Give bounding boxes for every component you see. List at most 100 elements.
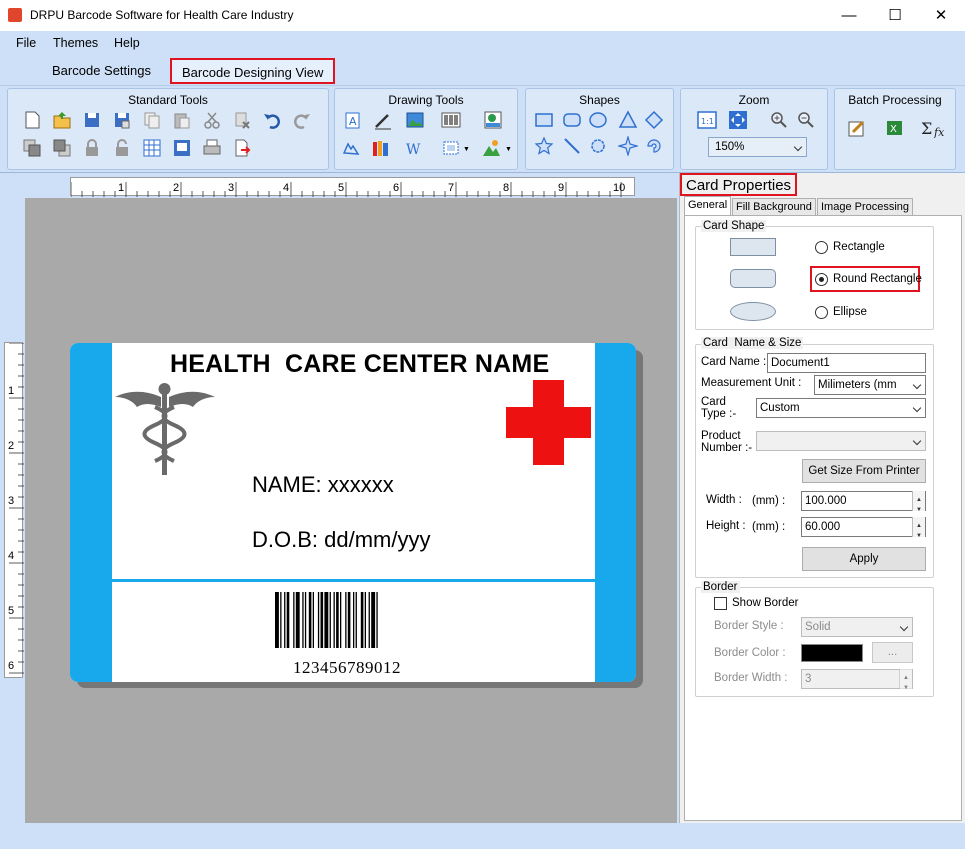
excel-import-icon[interactable]: X [885,118,905,138]
print-icon[interactable] [202,138,222,158]
ellipse-radio-label[interactable]: Ellipse [833,306,867,318]
formula-icon[interactable]: Σfx [921,118,947,138]
card-right-stripe [595,343,636,682]
card-name-label: Card Name : [701,356,767,368]
tab-general[interactable]: General [684,196,732,216]
round-rectangle-radio[interactable] [815,273,828,286]
show-border-label[interactable]: Show Border [732,597,798,609]
card-type-select[interactable]: Custom [756,398,926,418]
maximize-button[interactable]: ☐ [872,0,918,31]
cut-icon[interactable] [202,110,222,130]
barcode-bar [347,592,351,648]
burst-shape-icon[interactable] [588,136,608,156]
tab-image-processing[interactable]: Image Processing [817,198,914,215]
round-rectangle-shape-icon[interactable] [562,110,582,130]
ruler-label: 3 [228,182,234,194]
send-back-icon[interactable] [52,138,72,158]
barcode-bar [333,592,335,648]
card-name-text[interactable]: NAME: xxxxxx [252,472,394,498]
width-label: Width : [706,494,742,506]
rectangle-radio-label[interactable]: Rectangle [833,241,885,253]
caduceus-icon[interactable] [113,381,217,481]
rectangle-radio[interactable] [815,241,828,254]
get-size-from-printer-button[interactable]: Get Size From Printer [802,459,926,483]
watermark-tool-icon[interactable] [341,138,361,158]
fit-to-window-icon[interactable] [728,110,748,130]
status-bar [0,823,965,849]
tab-barcode-designing-view[interactable]: Barcode Designing View [170,58,336,84]
round-rectangle-radio-label[interactable]: Round Rectangle [833,273,922,285]
barcode-image[interactable] [275,592,410,648]
copy-icon[interactable] [142,110,162,130]
shape-fill-icon[interactable] [481,138,501,158]
delete-icon[interactable] [232,110,252,130]
ellipse-radio[interactable] [815,306,828,319]
measurement-unit-select[interactable]: Milimeters (mm [814,375,926,395]
show-border-checkbox[interactable] [714,597,727,610]
grid-icon[interactable] [142,138,162,158]
card-name-input[interactable]: Document1 [767,353,926,373]
select-area-icon[interactable] [441,138,461,158]
paste-icon[interactable] [172,110,192,130]
barcode-bar [286,592,290,648]
actual-size-icon[interactable]: 1:1 [697,110,717,130]
barcode-bar [340,592,342,648]
zoom-in-icon[interactable] [769,110,789,130]
open-icon[interactable] [52,110,72,130]
triangle-shape-icon[interactable] [618,110,638,130]
star-shape-icon[interactable] [534,136,554,156]
ruler-label: 5 [338,182,344,194]
image-view-icon[interactable] [172,138,192,158]
rectangle-shape-icon[interactable] [534,110,554,130]
barcode-bar [329,592,331,648]
tab-fill-background[interactable]: Fill Background [732,198,816,215]
picture-tool-icon[interactable] [405,110,425,130]
arc-shape-icon[interactable] [644,136,664,156]
barcode-bar [345,592,347,648]
menu-themes[interactable]: Themes [53,36,98,50]
width-spinner[interactable] [912,491,925,519]
close-button[interactable]: ✕ [918,0,964,31]
ellipse-shape-icon[interactable] [588,110,608,130]
undo-icon[interactable] [262,110,282,130]
height-input[interactable]: 60.000 [801,517,926,545]
menu-file[interactable]: File [16,36,36,50]
lock-icon[interactable] [82,138,102,158]
barcode-bar [360,592,364,648]
red-cross-icon[interactable] [506,380,591,465]
export-icon[interactable] [232,138,252,158]
menu-help[interactable]: Help [114,36,140,50]
chevron-down-icon[interactable]: ▼ [505,146,512,153]
barcode-number-text[interactable]: 123456789012 [293,658,401,678]
id-card[interactable]: HEALTH CARE CENTER NAME NAME: xxxxxx D.O… [70,343,636,682]
bring-front-icon[interactable] [22,138,42,158]
image-library-icon[interactable] [483,110,503,130]
chevron-down-icon[interactable]: ▼ [463,146,470,153]
minimize-button[interactable]: — [826,0,872,31]
card-dob-text[interactable]: D.O.B: dd/mm/yyy [252,527,430,553]
line-shape-icon[interactable] [562,136,582,156]
zoom-out-icon[interactable] [796,110,816,130]
save-icon[interactable] [82,110,102,130]
border-width-value: 3 [805,673,812,685]
sparkle-shape-icon[interactable] [618,136,638,156]
group-label: Shapes [579,93,620,107]
card-header-text[interactable]: HEALTH CARE CENTER NAME [170,350,549,379]
text-tool-icon[interactable]: A [343,110,363,130]
unlock-icon[interactable] [112,138,132,158]
library-icon[interactable] [371,138,391,158]
width-input[interactable]: 100.000 [801,491,926,519]
barcode-tool-icon[interactable] [441,110,461,130]
signature-tool-icon[interactable]: W [405,138,425,158]
new-icon[interactable] [22,110,42,130]
ruler-label: 2 [8,440,14,452]
pen-tool-icon[interactable] [373,110,393,130]
apply-button[interactable]: Apply [802,547,926,571]
height-spinner[interactable] [912,517,925,545]
tab-barcode-settings[interactable]: Barcode Settings [42,58,161,84]
diamond-shape-icon[interactable] [644,110,664,130]
save-as-icon[interactable] [112,110,132,130]
batch-edit-icon[interactable] [847,118,867,138]
zoom-select[interactable]: 150% [708,137,807,157]
redo-icon[interactable] [292,110,312,130]
